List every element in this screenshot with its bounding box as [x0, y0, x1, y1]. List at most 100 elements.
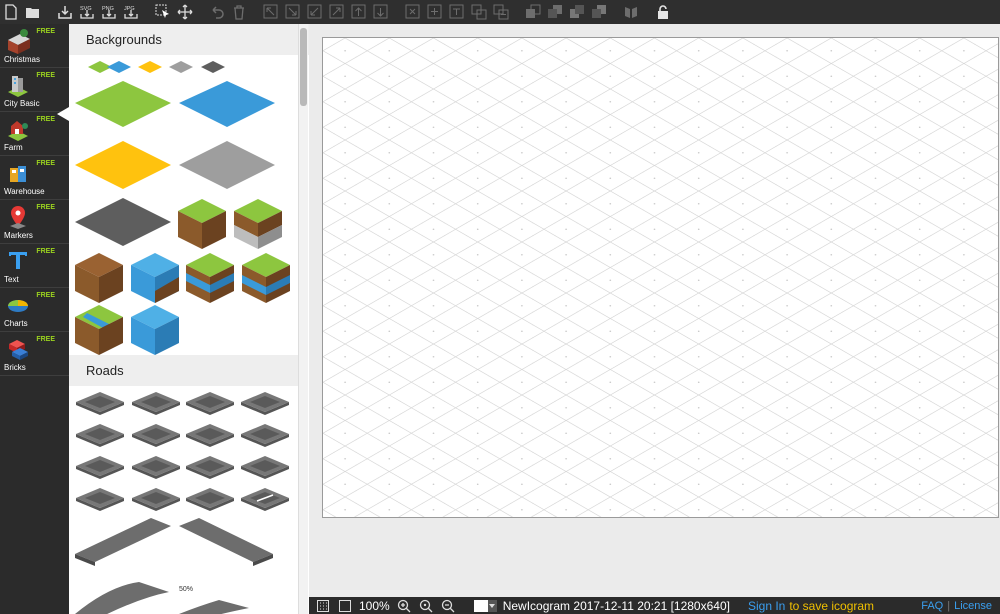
road-tile[interactable]: [132, 488, 180, 511]
export-svg-icon[interactable]: SVG: [76, 1, 98, 23]
open-folder-icon[interactable]: [22, 1, 44, 23]
road-tile[interactable]: [132, 392, 180, 415]
align-top-left-icon[interactable]: [260, 1, 282, 23]
road-tile[interactable]: [186, 456, 234, 479]
road-tile[interactable]: [132, 456, 180, 479]
grid-toggle-icon[interactable]: [315, 599, 331, 613]
road-tile[interactable]: [186, 392, 234, 415]
footer-separator: |: [947, 599, 951, 612]
align-bottom-left-icon[interactable]: [304, 1, 326, 23]
select-tool-icon[interactable]: [152, 1, 174, 23]
tile-large-gray[interactable]: [179, 141, 275, 189]
category-warehouse[interactable]: FREE Warehouse: [0, 156, 69, 200]
download-icon[interactable]: [54, 1, 76, 23]
flip-icon[interactable]: [620, 1, 642, 23]
tile-large-yellow[interactable]: [75, 141, 171, 189]
road-ramp[interactable]: [179, 600, 249, 614]
tile-large-green[interactable]: [75, 81, 171, 127]
christmas-icon: [8, 29, 30, 54]
align-bottom-right-icon[interactable]: [282, 1, 304, 23]
category-charts[interactable]: FREE Charts: [0, 288, 69, 332]
layer-backward-icon[interactable]: [566, 1, 588, 23]
roads-grid: [75, 392, 289, 614]
duplicate-add-icon[interactable]: [468, 1, 490, 23]
category-label: Christmas: [4, 55, 41, 64]
ungroup-icon[interactable]: [402, 1, 424, 23]
road-ramp[interactable]: [75, 582, 169, 614]
cube-dirt[interactable]: [75, 253, 123, 303]
category-text[interactable]: FREE Text: [0, 244, 69, 288]
road-tile[interactable]: [186, 488, 234, 511]
undo-icon[interactable]: [206, 1, 228, 23]
cube-grass-dirt[interactable]: [178, 199, 226, 249]
category-label: Markers: [4, 231, 33, 240]
layer-front-icon[interactable]: [544, 1, 566, 23]
road-tile[interactable]: [241, 456, 289, 479]
road-tile[interactable]: [76, 456, 124, 479]
section-roads-header[interactable]: Roads: [69, 355, 298, 386]
road-tile[interactable]: [241, 392, 289, 415]
background-color-swatch[interactable]: [473, 599, 488, 612]
category-label: Bricks: [4, 363, 26, 372]
road-tile[interactable]: [76, 424, 124, 447]
tile-small-blue[interactable]: [107, 61, 131, 73]
free-badge: FREE: [36, 248, 55, 255]
align-top-right-icon[interactable]: [326, 1, 348, 23]
zoom-out-icon[interactable]: [440, 599, 456, 613]
cube-grass-stream[interactable]: [75, 305, 123, 355]
library-scrollbar[interactable]: [298, 24, 308, 614]
zoom-in-icon[interactable]: [396, 599, 412, 613]
cube-grass-water[interactable]: [186, 253, 234, 303]
tile-large-dark[interactable]: [75, 198, 171, 246]
cube-grass-river[interactable]: [242, 253, 290, 303]
section-backgrounds-header[interactable]: Backgrounds: [69, 24, 309, 55]
category-label: Charts: [4, 319, 28, 328]
layer-back-icon[interactable]: [522, 1, 544, 23]
road-tile[interactable]: [241, 488, 289, 511]
tile-small-dark[interactable]: [201, 61, 225, 73]
cube-water[interactable]: [131, 305, 179, 355]
cube-grass-layers[interactable]: [234, 199, 282, 249]
group-add-icon[interactable]: [424, 1, 446, 23]
category-bricks[interactable]: FREE Bricks: [0, 332, 69, 376]
free-badge: FREE: [36, 160, 55, 167]
scrollbar-thumb[interactable]: [300, 28, 307, 106]
sign-in-link[interactable]: Sign In: [748, 599, 785, 613]
category-markers[interactable]: FREE Markers: [0, 200, 69, 244]
tile-small-yellow[interactable]: [138, 61, 162, 73]
backgrounds-grid: [75, 61, 290, 355]
lock-icon[interactable]: [652, 1, 674, 23]
category-label: Warehouse: [4, 187, 45, 196]
export-jpg-icon[interactable]: JPG: [120, 1, 142, 23]
road-segment[interactable]: [179, 518, 273, 566]
road-tile[interactable]: [76, 392, 124, 415]
road-tile[interactable]: [241, 424, 289, 447]
export-png-icon[interactable]: PNG: [98, 1, 120, 23]
tile-large-blue[interactable]: [179, 81, 275, 127]
road-tile[interactable]: [186, 424, 234, 447]
tile-small-gray[interactable]: [169, 61, 193, 73]
category-city-basic[interactable]: FREE City Basic: [0, 68, 69, 112]
bring-up-icon[interactable]: [348, 1, 370, 23]
cube-water-slope[interactable]: [131, 253, 179, 303]
road-segment[interactable]: [75, 518, 171, 566]
bring-down-icon[interactable]: [370, 1, 392, 23]
text-format-icon[interactable]: [446, 1, 468, 23]
trash-icon[interactable]: [228, 1, 250, 23]
license-link[interactable]: License: [954, 600, 992, 612]
road-tile[interactable]: [76, 488, 124, 511]
new-file-icon[interactable]: [0, 1, 22, 23]
drawing-canvas[interactable]: [322, 37, 999, 518]
zoom-fit-icon[interactable]: [418, 599, 434, 613]
duplicate-remove-icon[interactable]: [490, 1, 512, 23]
document-title: NewIcogram 2017-12-11 20:21 [1280x640]: [502, 598, 730, 613]
layer-forward-icon[interactable]: [588, 1, 610, 23]
move-tool-icon[interactable]: [174, 1, 196, 23]
faq-link[interactable]: FAQ: [921, 600, 943, 612]
frame-toggle-icon[interactable]: [337, 599, 353, 613]
category-christmas[interactable]: FREE Christmas: [0, 24, 69, 68]
road-tile[interactable]: [132, 424, 180, 447]
svg-text:JPG: JPG: [124, 6, 135, 12]
color-dropdown-toggle[interactable]: [487, 599, 497, 612]
workspace: [309, 24, 1000, 597]
